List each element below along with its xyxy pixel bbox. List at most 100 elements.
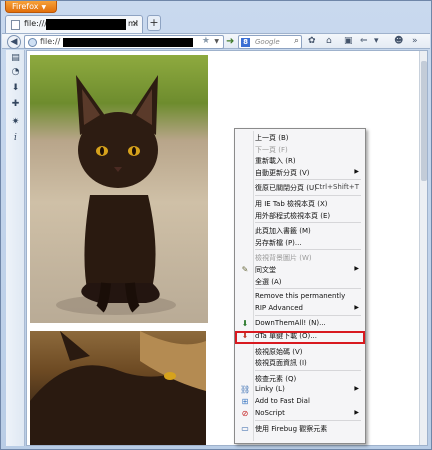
redaction-bar: [63, 38, 193, 47]
new-tab-button[interactable]: +: [147, 15, 161, 31]
context-menu-item[interactable]: 全選 (A): [237, 276, 363, 287]
navigation-toolbar: ◀ file:// ★ ▼ ➜ 8 Google ⌕ ✿ ⌂ ▣ ⇐ ▾ ☻ »: [2, 33, 430, 49]
firefox-menu-button[interactable]: Firefox ▼: [5, 1, 57, 13]
context-menu-item[interactable]: 重新載入 (R): [237, 155, 363, 166]
menu-item-label: 檢視原始碼 (V): [255, 347, 303, 356]
menu-item-label: DownThemAll! (N)...: [255, 319, 326, 328]
menu-item-label: 全選 (A): [255, 277, 282, 286]
google-engine-icon[interactable]: 8: [241, 38, 250, 47]
tongwentang-icon: ✎: [241, 265, 249, 274]
site-identity-icon[interactable]: [28, 38, 37, 47]
vertical-scrollbar[interactable]: [419, 51, 427, 445]
context-menu-item: 檢視背景圖片 (W): [237, 252, 363, 263]
page-icon: [11, 20, 20, 30]
sidebar-panel-icon[interactable]: ▤: [10, 53, 21, 64]
menu-item-shortcut: Ctrl+Shift+T: [314, 183, 359, 192]
cat-illustration: [30, 331, 206, 445]
menu-item-label: 上一頁 (B): [255, 134, 289, 142]
menu-separator: [255, 288, 361, 290]
menu-separator: [255, 179, 361, 181]
fast-dial-icon: ⊞: [241, 397, 249, 406]
page-content: [26, 50, 428, 446]
context-menu-item[interactable]: 自動更新分頁 (V) ▶: [237, 167, 363, 178]
context-menu-item[interactable]: 用 IE Tab 檢視本頁 (X): [237, 198, 363, 209]
browser-window: Firefox ▼ file:///F ml × + ◀ file:// ★ ▼ …: [0, 0, 432, 450]
overflow-chevron-icon[interactable]: »: [412, 36, 418, 46]
downloads-icon[interactable]: ⇐: [360, 36, 368, 46]
addon-icon[interactable]: ✿: [308, 36, 316, 46]
menu-item-label: 用外部程式檢視本頁 (E): [255, 211, 331, 220]
menu-item-label: 重新載入 (R): [255, 157, 296, 166]
context-menu-item[interactable]: 檢視原始碼 (V): [237, 346, 363, 357]
menu-dropdown-icon[interactable]: ▾: [374, 36, 379, 46]
context-menu-item[interactable]: ⛓ Linky (L) ▶: [237, 384, 363, 395]
menu-item-label: NoScript: [255, 408, 285, 417]
menu-item-label: Linky (L): [255, 385, 285, 394]
context-menu-item[interactable]: 用外部程式檢視本頁 (E): [237, 210, 363, 221]
context-menu-item[interactable]: 檢查元素 (Q): [237, 373, 363, 384]
search-icon[interactable]: ⌕: [294, 36, 299, 46]
context-menu-item[interactable]: ✎ 同文堂 ▶: [237, 264, 363, 275]
menu-separator: [255, 249, 361, 251]
close-tab-icon[interactable]: ×: [131, 19, 139, 29]
search-placeholder: Google: [255, 38, 280, 46]
tab-current[interactable]: file:///F ml ×: [5, 15, 143, 33]
cat-photo-second: [30, 331, 206, 445]
context-menu-item[interactable]: 檢視頁面資訊 (I): [237, 357, 363, 368]
scrollbar-thumb[interactable]: [421, 61, 427, 181]
puzzle-icon[interactable]: ✚: [10, 99, 21, 110]
noscript-icon: ⊘: [241, 408, 249, 418]
highlight-box: [235, 331, 365, 344]
menu-item-label: 檢查元素 (Q): [255, 374, 297, 383]
info-icon[interactable]: i: [10, 133, 21, 144]
linky-icon: ⛓: [240, 385, 251, 395]
downthemall-icon: ⬇: [241, 319, 249, 329]
home-icon[interactable]: ⌂: [326, 36, 332, 46]
firefox-menu-label: Firefox: [12, 2, 39, 11]
download-arrow-icon[interactable]: ⬇: [10, 83, 21, 94]
reload-icon[interactable]: ➜: [226, 36, 234, 47]
url-bar[interactable]: file:// ★ ▼: [24, 35, 224, 49]
menu-item-label: 同文堂: [255, 266, 276, 274]
context-menu-item[interactable]: ⊞ Add to Fast Dial: [237, 396, 363, 407]
menu-item-label: 自動更新分頁 (V): [255, 168, 310, 177]
menu-item-label: Add to Fast Dial: [255, 397, 310, 405]
context-menu-item[interactable]: 上一頁 (B): [237, 132, 363, 143]
side-toolbar: ▤ ◔ ⬇ ✚ ✷ i: [6, 50, 25, 446]
submenu-arrow-icon: ▶: [354, 167, 359, 175]
submenu-arrow-icon: ▶: [354, 385, 359, 393]
menu-item-label: 用 IE Tab 檢視本頁 (X): [255, 200, 328, 208]
redaction-bar: [46, 19, 126, 30]
back-button[interactable]: ◀: [7, 35, 21, 49]
firebug-toolbar-icon[interactable]: ☻: [394, 36, 403, 46]
dropdown-arrow-icon: ▼: [41, 4, 47, 11]
url-text: file://: [40, 37, 61, 46]
menu-separator: [255, 420, 361, 422]
history-icon[interactable]: ◔: [10, 67, 21, 78]
menu-separator: [255, 315, 361, 317]
context-menu-item[interactable]: 此頁加入書籤 (M): [237, 225, 363, 236]
bookmarks-icon[interactable]: ▣: [344, 36, 353, 46]
kitten-photo: [30, 55, 208, 323]
context-menu-item[interactable]: 復原已關閉分頁 (U) Ctrl+Shift+T: [237, 182, 363, 193]
menu-item-label: RIP Advanced: [255, 303, 303, 312]
menu-item-label: 檢視頁面資訊 (I): [255, 359, 307, 368]
menu-item-label: 下一頁 (F): [255, 145, 288, 154]
context-menu-item[interactable]: Remove this permanently: [237, 291, 363, 302]
context-menu-item[interactable]: ▭ 使用 Firebug 觀察元素: [237, 423, 363, 434]
url-history-dropdown-icon[interactable]: ▼: [214, 38, 219, 45]
menu-item-label: 另存新檔 (P)...: [255, 238, 302, 247]
menu-item-label: Remove this permanently: [255, 292, 346, 301]
menu-item-label: 復原已關閉分頁 (U): [255, 184, 317, 193]
menu-item-label: 此頁加入書籤 (M): [255, 227, 311, 236]
gear-icon[interactable]: ✷: [10, 117, 21, 128]
search-bar[interactable]: 8 Google ⌕: [238, 35, 302, 49]
context-menu: 上一頁 (B) 下一頁 (F) 重新載入 (R) 自動更新分頁 (V) ▶ 復原已關閉分頁…: [234, 128, 366, 444]
context-menu-item[interactable]: ⬇ DownThemAll! (N)...: [237, 318, 363, 329]
context-menu-item[interactable]: RIP Advanced ▶: [237, 303, 363, 314]
context-menu-item[interactable]: 另存新檔 (P)...: [237, 237, 363, 248]
submenu-arrow-icon: ▶: [354, 303, 359, 311]
context-menu-item[interactable]: ⊘ NoScript ▶: [237, 408, 363, 419]
bookmark-star-icon[interactable]: ★: [202, 36, 210, 46]
menu-item-label: 使用 Firebug 觀察元素: [255, 425, 328, 434]
